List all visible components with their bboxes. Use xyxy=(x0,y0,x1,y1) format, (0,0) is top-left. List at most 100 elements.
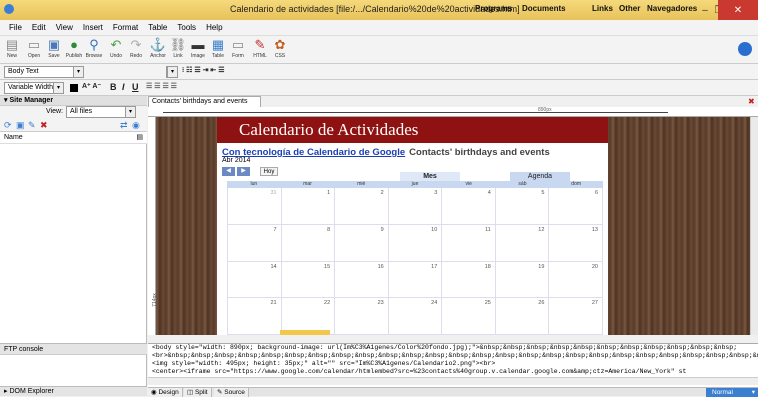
code-line: <body style="width: 890px; background-im… xyxy=(152,344,738,351)
calendar-day[interactable]: 11 xyxy=(442,224,496,262)
bookmark-navegadores[interactable]: Navegadores xyxy=(647,4,697,13)
code-line: <center><iframe src="https://www.google.… xyxy=(152,368,687,375)
font-select[interactable]: Variable Width ▾ xyxy=(4,82,64,94)
calendar-day[interactable]: 9 xyxy=(335,224,389,262)
folder-icon[interactable]: ▣ xyxy=(16,120,25,131)
ftp-console[interactable]: FTP console xyxy=(0,343,147,355)
calendar-day[interactable]: 17 xyxy=(388,261,443,299)
menu-insert[interactable]: Insert xyxy=(78,20,108,35)
anchor-button[interactable]: ⚓ Anchor xyxy=(148,37,168,59)
calendar-day[interactable]: 6 xyxy=(549,188,603,225)
redo-button[interactable]: ↷ Redo xyxy=(126,37,146,59)
calendar-day[interactable]: 13 xyxy=(549,224,603,262)
menu-format[interactable]: Format xyxy=(108,20,143,35)
bold-button[interactable]: B xyxy=(110,82,117,92)
calendar-day[interactable]: 27 xyxy=(549,298,603,335)
calendar-day[interactable]: 16 xyxy=(335,261,389,299)
bookmark-links[interactable]: Links xyxy=(592,4,613,13)
bookmark-programs[interactable]: Programs xyxy=(475,4,512,13)
menu-help[interactable]: Help xyxy=(201,20,227,35)
table-button[interactable]: ▦ Table xyxy=(208,37,228,59)
calendar-day[interactable]: 4 xyxy=(442,188,496,225)
publish-button[interactable]: ● Publish xyxy=(64,37,84,59)
calendar-day[interactable]: 18 xyxy=(442,261,496,299)
calendar-day[interactable]: 3 xyxy=(388,188,443,225)
toolbar-tools-icon[interactable]: ⁝ ☷ ☰ ⇥ ⇤ ☰ xyxy=(182,66,225,74)
italic-button[interactable]: I xyxy=(122,82,125,92)
calendar-day[interactable]: 8 xyxy=(281,224,336,262)
text-color-icon[interactable] xyxy=(70,84,78,92)
new-document-icon: ▤ xyxy=(5,37,19,52)
site-manager-header[interactable]: ▾ Site Manager xyxy=(0,96,147,106)
calendar-day[interactable]: 31 xyxy=(228,188,282,225)
vertical-scrollbar[interactable] xyxy=(750,117,758,335)
chevron-down-icon: ▾ xyxy=(73,67,83,77)
calendar-day[interactable]: 25 xyxy=(442,298,496,335)
calendar-header: Con tecnología de Calendario de Google Co… xyxy=(222,147,550,158)
refresh-icon[interactable]: ⟳ xyxy=(4,120,12,131)
name-column-header[interactable]: Name ▤ xyxy=(0,132,147,144)
chevron-down-icon: ▾ xyxy=(125,107,135,117)
menu-file[interactable]: File xyxy=(4,20,27,35)
undo-button[interactable]: ↶ Undo xyxy=(106,37,126,59)
dom-explorer[interactable]: ▸ DOM Explorer xyxy=(0,386,147,396)
view-mode-bar: ◉ Design ◫ Split ✎ Source Normal ▾ xyxy=(148,387,758,397)
menu-tools[interactable]: Tools xyxy=(172,20,201,35)
calendar-day[interactable]: 23 xyxy=(335,298,389,335)
connect-icon[interactable]: ⇄ xyxy=(120,120,128,131)
prev-month-button[interactable]: ◀ xyxy=(222,167,235,176)
menu-view[interactable]: View xyxy=(51,20,78,35)
calendar-day[interactable]: 1 xyxy=(281,188,336,225)
paragraph-style-select[interactable]: Body Text ▾ xyxy=(4,66,84,78)
table-icon: ▦ xyxy=(211,37,225,52)
view-filter-select[interactable]: All files ▾ xyxy=(66,106,136,118)
calendar-day[interactable]: 15 xyxy=(281,261,336,299)
delete-icon[interactable]: ✖ xyxy=(40,120,48,131)
calendar-day[interactable]: 19 xyxy=(495,261,550,299)
calendar-day[interactable]: 12 xyxy=(495,224,550,262)
tab-month[interactable]: Mes xyxy=(400,172,460,181)
close-tab-icon[interactable]: ✖ xyxy=(748,97,755,106)
document-tab[interactable]: Contacts' birthdays and events xyxy=(148,96,261,107)
today-highlight xyxy=(280,330,330,335)
calendar-day[interactable]: 5 xyxy=(495,188,550,225)
calendar-day[interactable]: 2 xyxy=(335,188,389,225)
app-icon[interactable] xyxy=(4,4,14,14)
new-button[interactable]: ▤ New xyxy=(2,37,22,59)
form-button[interactable]: ▭ Form xyxy=(228,37,248,59)
anchor-icon: ⚓ xyxy=(149,37,167,52)
calendar-day[interactable]: 14 xyxy=(228,261,282,299)
bookmark-other[interactable]: Other xyxy=(619,4,640,13)
horizontal-scrollbar[interactable] xyxy=(148,377,758,385)
html-button[interactable]: ✎ HTML xyxy=(250,37,270,59)
globe-icon[interactable]: ◉ xyxy=(132,120,140,131)
image-button[interactable]: ▬ Image xyxy=(188,37,208,59)
open-button[interactable]: ▭ Open xyxy=(24,37,44,59)
calendar-day[interactable]: 24 xyxy=(388,298,443,335)
browse-button[interactable]: ⚲ Browse xyxy=(84,37,104,59)
font-size-select[interactable]: ▾ xyxy=(166,66,178,78)
save-button[interactable]: ▣ Save xyxy=(44,37,64,59)
calendar-day[interactable]: 7 xyxy=(228,224,282,262)
column-menu-icon[interactable]: ▤ xyxy=(136,132,143,144)
calendar-day[interactable]: 10 xyxy=(388,224,443,262)
calendar-day[interactable]: 20 xyxy=(549,261,603,299)
underline-button[interactable]: U xyxy=(132,82,139,92)
close-button[interactable]: ✕ xyxy=(718,0,758,20)
vertical-ruler: 714px xyxy=(148,117,158,335)
align-icon[interactable]: ☰ ☰ ☰ ☰ xyxy=(146,82,177,90)
globe-icon[interactable] xyxy=(738,42,752,56)
link-button[interactable]: ⛓ Link xyxy=(168,37,188,59)
next-month-button[interactable]: ▶ xyxy=(237,167,250,176)
css-button[interactable]: ✿ CSS xyxy=(270,37,290,59)
calendar-day[interactable]: 26 xyxy=(495,298,550,335)
tab-agenda[interactable]: Agenda xyxy=(510,172,570,181)
bookmark-documents[interactable]: Documents xyxy=(522,4,566,13)
format-toolbar: Body Text ▾ ▾ ⁝ ☷ ☰ ⇥ ⇤ ☰ xyxy=(0,64,758,80)
font-size-icon[interactable]: A⁺ A⁻ xyxy=(82,82,101,90)
calendar-day[interactable]: 21 xyxy=(228,298,282,335)
menu-table[interactable]: Table xyxy=(143,20,172,35)
today-button[interactable]: Hoy xyxy=(260,167,278,176)
edit-icon[interactable]: ✎ xyxy=(28,120,36,131)
menu-edit[interactable]: Edit xyxy=(27,20,51,35)
